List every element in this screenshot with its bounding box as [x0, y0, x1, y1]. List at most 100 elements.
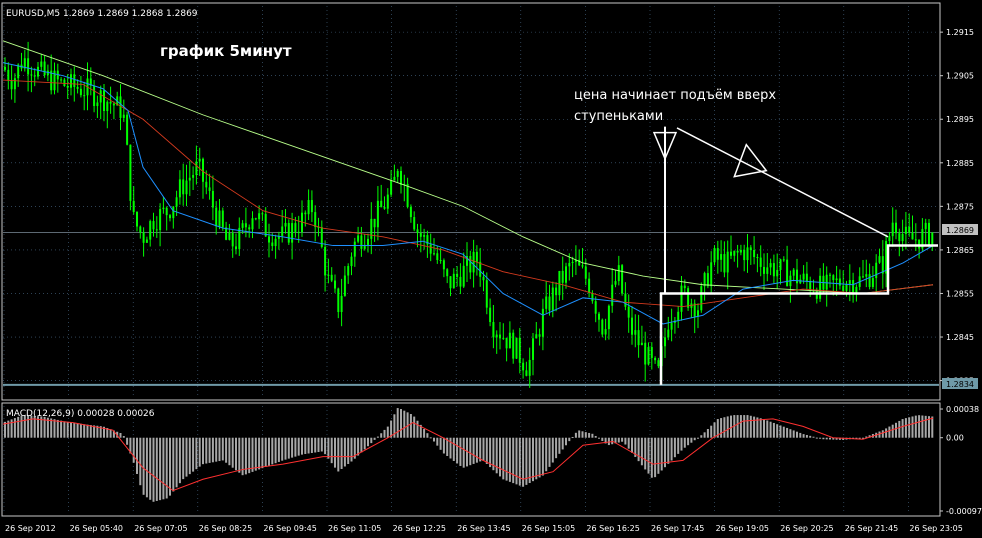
candle-body: [865, 274, 868, 277]
macd-bar: [763, 419, 765, 438]
candle-body: [264, 213, 267, 237]
macd-bar: [50, 418, 53, 438]
macd-bar: [274, 437, 277, 464]
candle-body: [819, 275, 822, 299]
candle-body: [347, 266, 350, 276]
macd-bar: [251, 437, 254, 472]
macd-bar: [198, 437, 201, 467]
line-price-label: 1.2834: [946, 380, 974, 389]
candle-body: [601, 319, 604, 335]
candle-body: [895, 222, 897, 234]
x-tick-label: 26 Sep 20:25: [780, 524, 833, 533]
candle-body: [809, 280, 812, 291]
candle-body: [271, 242, 274, 247]
chart-canvas[interactable]: 1.2915 1.2905 1.2895 1.2885 1.2875 1.2865 1.28…: [0, 0, 982, 538]
macd-bar: [594, 435, 597, 438]
macd-bar: [60, 420, 63, 438]
macd-bar: [535, 437, 538, 480]
candle-body: [297, 231, 300, 233]
macd-bar: [769, 421, 772, 438]
x-tick-label: 26 Sep 15:05: [522, 524, 575, 533]
candle-body: [96, 102, 99, 107]
candle-body: [429, 244, 432, 254]
macd-bar: [571, 436, 574, 438]
candle-body: [195, 161, 198, 176]
macd-bar: [654, 437, 657, 478]
candles: [4, 41, 934, 388]
candle-body: [304, 212, 307, 215]
candle-body: [83, 95, 86, 97]
candle-body: [565, 266, 567, 283]
candle-body: [871, 278, 874, 287]
macd-bar: [739, 415, 742, 438]
macd-bar: [218, 437, 221, 462]
y-tick-label: 1.2875: [946, 202, 974, 211]
x-tick-label: 26 Sep 17:45: [651, 524, 704, 533]
macd-bar: [703, 432, 706, 438]
y-tick-label: 1.2885: [946, 159, 974, 168]
candle-body: [677, 311, 680, 321]
candle-body: [716, 248, 719, 260]
macd-bar: [650, 437, 653, 478]
macd-bar: [235, 437, 237, 471]
x-tick-label: 26 Sep 07:05: [134, 524, 187, 533]
macd-bar: [347, 437, 350, 465]
macd-bar: [644, 437, 647, 470]
candle-body: [746, 247, 749, 261]
macd-bar: [505, 437, 508, 481]
candle-body: [888, 236, 891, 242]
macd-bar: [357, 437, 360, 456]
macd-bar: [812, 436, 815, 438]
macd-bar: [541, 437, 544, 476]
candle-body: [449, 276, 452, 289]
candle-body: [291, 223, 294, 243]
candle-body: [284, 223, 287, 227]
macd-bar: [538, 437, 541, 478]
candle-body: [723, 254, 726, 273]
macd-bar: [581, 431, 584, 438]
macd-bar: [601, 437, 604, 441]
candle-body: [462, 265, 465, 287]
macd-bar: [396, 408, 399, 438]
candle-body: [617, 265, 620, 282]
chart-title: EURUSD,M5 1.2869 1.2869 1.2868 1.2869: [6, 9, 198, 19]
candle-body: [202, 158, 204, 182]
macd-bar: [403, 410, 406, 438]
candle-body: [621, 265, 624, 294]
candle-body: [931, 232, 934, 246]
macd-bar: [746, 415, 749, 438]
candle-body: [482, 276, 485, 281]
candle-body: [149, 221, 152, 240]
candle-body: [532, 338, 534, 360]
candle-body: [258, 213, 261, 220]
macd-bar: [485, 437, 488, 464]
macd-bar: [881, 430, 884, 438]
candle-body: [644, 342, 647, 365]
candle-body: [667, 329, 670, 338]
macd-bar: [749, 415, 752, 438]
macd-bar: [149, 437, 152, 500]
macd-bar: [647, 437, 650, 474]
macd-indicator: [2, 408, 934, 502]
macd-bar: [822, 437, 825, 440]
candle-body: [350, 256, 353, 267]
macd-bar: [921, 415, 924, 438]
macd-bar: [462, 437, 465, 468]
candle-body: [792, 269, 795, 276]
candle-body: [439, 259, 442, 261]
candle-body: [835, 278, 838, 281]
candle-body: [499, 334, 501, 339]
macd-bar: [429, 437, 432, 439]
candle-body: [373, 218, 376, 228]
macd-bar: [86, 424, 89, 438]
macd-bar: [254, 437, 257, 471]
candle-body: [334, 280, 336, 289]
candle-body: [310, 200, 313, 213]
candle-body: [109, 101, 112, 104]
x-tick-label: 26 Sep 19:05: [716, 524, 769, 533]
macd-bar: [145, 437, 148, 498]
macd-bar: [772, 422, 775, 438]
candle-body: [93, 85, 96, 107]
candle-body: [215, 207, 218, 227]
candle-body: [518, 337, 521, 363]
